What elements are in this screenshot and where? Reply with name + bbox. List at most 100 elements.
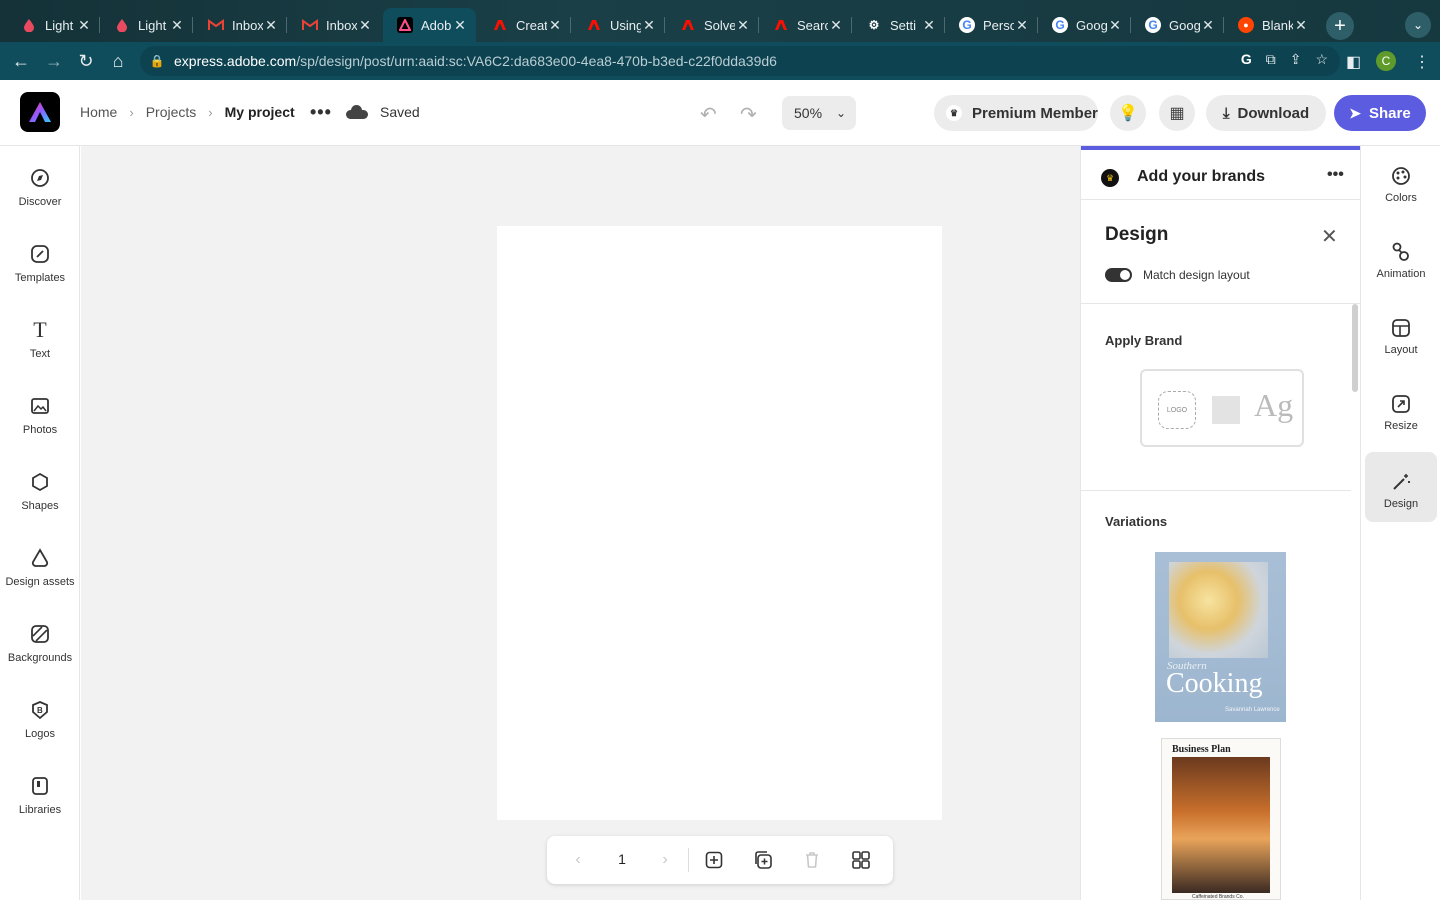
browser-tab[interactable]: G Goog ✕ xyxy=(1038,8,1131,42)
browser-tab-active[interactable]: Adob ✕ xyxy=(383,8,476,42)
rail-resize[interactable]: Resize xyxy=(1365,374,1437,444)
layout-icon xyxy=(1391,318,1411,338)
rail-animation[interactable]: Animation xyxy=(1365,222,1437,292)
delete-page-icon[interactable] xyxy=(800,848,824,872)
breadcrumb-projects[interactable]: Projects xyxy=(146,104,197,120)
browser-tab[interactable]: G Perso ✕ xyxy=(945,8,1038,42)
rail-text[interactable]: T Text xyxy=(0,317,80,378)
brand-bar[interactable]: ♛ Add your brands ••• xyxy=(1081,146,1361,200)
logo-placeholder: LOGO xyxy=(1158,391,1196,429)
share-button[interactable]: ➤ Share xyxy=(1334,95,1426,131)
text-icon: T xyxy=(33,317,47,342)
download-icon: ⤓ xyxy=(1222,104,1230,122)
share-page-icon[interactable]: ⇪ xyxy=(1290,51,1302,68)
rail-design[interactable]: Design xyxy=(1365,452,1437,522)
address-bar[interactable]: 🔒 express.adobe.com/sp/design/post/urn:a… xyxy=(140,46,1340,76)
open-in-app-icon[interactable]: ⧉ xyxy=(1266,51,1276,68)
close-tab-icon[interactable]: ✕ xyxy=(1014,17,1030,34)
close-tab-icon[interactable]: ✕ xyxy=(76,17,92,34)
new-tab-button[interactable]: + xyxy=(1326,12,1354,40)
close-tab-icon[interactable]: ✕ xyxy=(452,17,468,34)
rail-libraries[interactable]: Libraries xyxy=(0,774,80,834)
close-tab-icon[interactable]: ✕ xyxy=(547,17,563,34)
project-name[interactable]: My project xyxy=(225,104,295,120)
breadcrumb: Home › Projects › My project xyxy=(80,104,295,120)
close-icon[interactable]: ✕ xyxy=(1321,224,1338,249)
close-tab-icon[interactable]: ✕ xyxy=(1293,17,1309,34)
close-tab-icon[interactable]: ✕ xyxy=(735,17,751,34)
apply-brand-card[interactable]: LOGO Ag xyxy=(1140,369,1304,447)
more-options-icon[interactable]: ••• xyxy=(310,102,332,123)
rail-logos[interactable]: B Logos xyxy=(0,698,80,758)
duplicate-page-icon[interactable] xyxy=(751,848,775,872)
magic-wand-icon xyxy=(1391,472,1411,492)
browser-tab[interactable]: Using ✕ xyxy=(572,8,665,42)
variation-thumbnail[interactable]: Business Plan Caffeinated Brands Co. xyxy=(1161,738,1281,900)
more-options-icon[interactable]: ••• xyxy=(1327,166,1344,184)
variation-thumbnail[interactable]: Southern Cooking Savannah Lawrence xyxy=(1155,552,1286,722)
close-tab-icon[interactable]: ✕ xyxy=(641,17,657,34)
home-button[interactable]: ⌂ xyxy=(107,50,129,72)
rail-templates[interactable]: Templates xyxy=(0,242,80,302)
close-tab-icon[interactable]: ✕ xyxy=(263,17,279,34)
redo-icon[interactable]: ↷ xyxy=(740,102,757,127)
browser-tab[interactable]: Inbox ✕ xyxy=(194,8,287,42)
thumbnail-photo xyxy=(1172,757,1270,893)
design-page[interactable] xyxy=(497,226,942,820)
download-button[interactable]: ⤓ Download xyxy=(1206,95,1326,131)
close-tab-icon[interactable]: ✕ xyxy=(828,17,844,34)
rail-shapes[interactable]: Shapes xyxy=(0,470,80,530)
rail-design-assets[interactable]: Design assets xyxy=(0,546,80,606)
templates-icon xyxy=(28,242,52,266)
rail-discover[interactable]: Discover xyxy=(0,166,80,226)
adobe-express-logo[interactable] xyxy=(20,92,60,132)
divider xyxy=(1081,303,1361,304)
browser-tab[interactable]: Creat ✕ xyxy=(478,8,571,42)
profile-avatar[interactable]: C xyxy=(1376,51,1396,71)
lightbulb-button[interactable]: 💡 xyxy=(1110,95,1146,131)
kebab-menu-icon[interactable]: ⋮ xyxy=(1414,52,1430,72)
close-tab-icon[interactable]: ✕ xyxy=(1107,17,1123,34)
undo-icon[interactable]: ↶ xyxy=(700,102,717,127)
zoom-dropdown[interactable]: 50% ⌄ xyxy=(782,96,856,130)
add-page-icon[interactable] xyxy=(702,848,726,872)
browser-tab[interactable]: G Goog ✕ xyxy=(1131,8,1224,42)
next-page-icon[interactable]: › xyxy=(653,848,677,872)
page-number: 1 xyxy=(618,851,626,867)
breadcrumb-home[interactable]: Home xyxy=(80,104,117,120)
libraries-icon xyxy=(28,774,52,798)
browser-tab[interactable]: Searc ✕ xyxy=(759,8,852,42)
schedule-button[interactable]: ▦ xyxy=(1159,95,1195,131)
google-lens-icon[interactable]: G xyxy=(1241,51,1252,68)
browser-tab[interactable]: Light ✕ xyxy=(100,8,193,42)
send-icon: ➤ xyxy=(1349,104,1362,121)
browser-tab[interactable]: Solve ✕ xyxy=(666,8,759,42)
rail-backgrounds[interactable]: Backgrounds xyxy=(0,622,80,682)
rail-layout[interactable]: Layout xyxy=(1365,298,1437,368)
browser-tab[interactable]: ⚙ Setti ✕ xyxy=(852,8,945,42)
close-tab-icon[interactable]: ✕ xyxy=(1200,17,1216,34)
browser-tab[interactable]: Light ✕ xyxy=(7,8,100,42)
divider xyxy=(1081,490,1351,491)
scrollbar[interactable] xyxy=(1352,304,1358,392)
browser-tab[interactable]: ● Blank ✕ xyxy=(1224,8,1317,42)
photo-icon xyxy=(28,394,52,418)
close-tab-icon[interactable]: ✕ xyxy=(921,17,937,34)
grid-view-icon[interactable] xyxy=(849,848,873,872)
tab-search-button[interactable]: ⌄ xyxy=(1405,12,1431,38)
canvas-area: ‹ 1 › xyxy=(81,146,1080,900)
forward-button[interactable]: → xyxy=(43,50,65,72)
browser-tab[interactable]: Inbox ✕ xyxy=(288,8,381,42)
rail-colors[interactable]: Colors xyxy=(1365,146,1437,216)
side-panel-icon[interactable]: ◧ xyxy=(1346,52,1361,72)
premium-member-button[interactable]: ♛ Premium Member xyxy=(934,95,1098,131)
back-button[interactable]: ← xyxy=(10,50,32,72)
rail-photos[interactable]: Photos xyxy=(0,394,80,454)
reload-button[interactable]: ↻ xyxy=(75,50,97,72)
previous-page-icon[interactable]: ‹ xyxy=(566,848,590,872)
close-tab-icon[interactable]: ✕ xyxy=(357,17,373,34)
bookmark-star-icon[interactable]: ☆ xyxy=(1315,51,1328,68)
toggle-label: Match design layout xyxy=(1143,268,1250,282)
match-layout-toggle[interactable] xyxy=(1105,268,1132,282)
close-tab-icon[interactable]: ✕ xyxy=(169,17,185,34)
